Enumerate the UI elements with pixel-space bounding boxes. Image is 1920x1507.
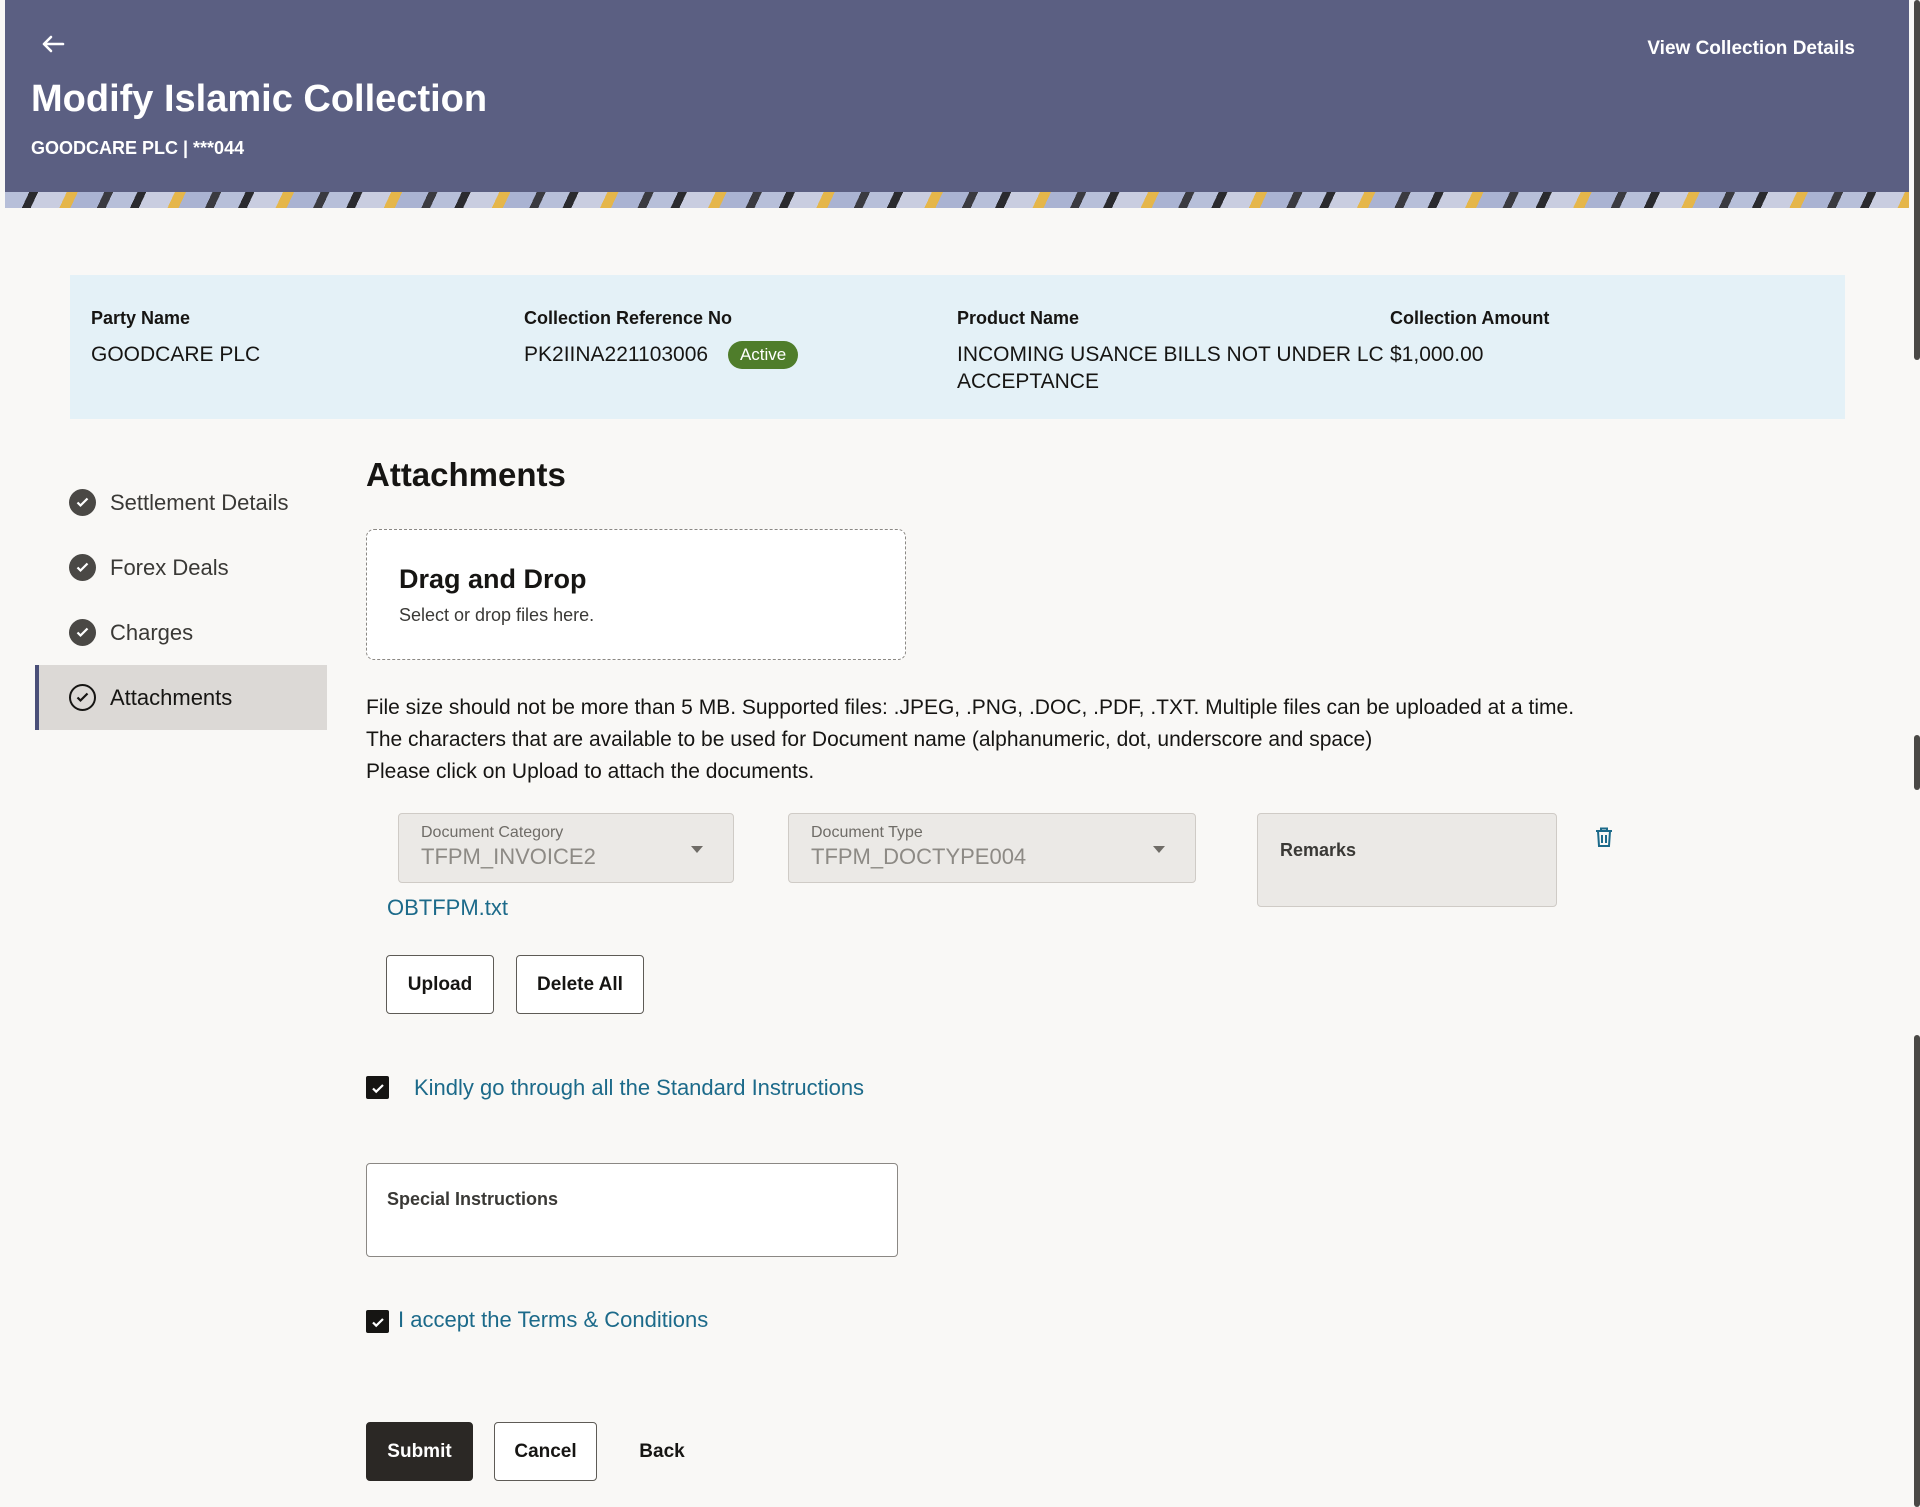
document-category-select[interactable]: Document Category TFPM_INVOICE2	[398, 813, 734, 883]
header-decorative-band	[5, 192, 1909, 208]
upload-button[interactable]: Upload	[386, 955, 494, 1014]
section-title: Attachments	[366, 456, 566, 493]
special-instructions-label: Special Instructions	[387, 1189, 559, 1209]
reference-value: PK2IINA221103006	[524, 343, 709, 366]
party-name-block: Party Name GOODCARE PLC	[91, 308, 260, 368]
page-title: Modify Islamic Collection	[31, 78, 488, 120]
step-navigation: Settlement Details Forex Deals Charges A…	[35, 470, 327, 730]
back-button[interactable]: Back	[620, 1422, 704, 1481]
nav-item-label: Forex Deals	[110, 554, 229, 580]
file-dropzone[interactable]: Drag and Drop Select or drop files here.	[366, 529, 906, 660]
product-block: Product Name INCOMING USANCE BILLS NOT U…	[957, 308, 1387, 395]
info-line: The characters that are available to be …	[366, 728, 1373, 751]
dropzone-title: Drag and Drop	[399, 564, 587, 594]
attached-file-link[interactable]: OBTFPM.txt	[387, 895, 508, 921]
check-circle-outline-icon	[69, 684, 96, 711]
terms-checkbox[interactable]	[366, 1310, 389, 1333]
standard-instructions-link[interactable]: Kindly go through all the Standard Instr…	[414, 1075, 864, 1101]
remarks-field[interactable]: Remarks	[1257, 813, 1557, 907]
view-collection-details-link[interactable]: View Collection Details	[1647, 38, 1855, 60]
page-header: Modify Islamic Collection GOODCARE PLC |…	[5, 0, 1909, 192]
chevron-down-icon	[1153, 846, 1165, 853]
collection-summary: Party Name GOODCARE PLC Collection Refer…	[70, 275, 1845, 419]
dropzone-subtitle: Select or drop files here.	[399, 605, 595, 625]
scrollbar[interactable]	[1912, 0, 1920, 1507]
nav-item-settlement-details[interactable]: Settlement Details	[35, 470, 327, 535]
standard-instructions-checkbox[interactable]	[366, 1076, 389, 1099]
nav-item-label: Charges	[110, 619, 194, 645]
checkmark-icon	[371, 1317, 384, 1327]
page-subtitle: GOODCARE PLC | ***044	[31, 138, 245, 158]
reference-label: Collection Reference No	[524, 308, 733, 328]
info-line: Please click on Upload to attach the doc…	[366, 760, 815, 783]
nav-item-forex-deals[interactable]: Forex Deals	[35, 535, 327, 600]
trash-icon[interactable]	[1594, 826, 1618, 852]
document-category-value: TFPM_INVOICE2	[421, 844, 596, 869]
terms-link[interactable]: I accept the Terms & Conditions	[398, 1307, 708, 1333]
document-type-label: Document Type	[811, 824, 923, 841]
amount-block: Collection Amount $1,000.00	[1390, 308, 1549, 368]
product-label: Product Name	[957, 308, 1080, 328]
amount-label: Collection Amount	[1390, 308, 1550, 328]
product-value: INCOMING USANCE BILLS NOT UNDER LC ACCEP…	[957, 343, 1384, 393]
check-circle-icon	[69, 554, 96, 581]
remarks-label: Remarks	[1280, 840, 1357, 860]
checkmark-icon	[371, 1083, 384, 1093]
delete-all-button[interactable]: Delete All	[516, 955, 644, 1014]
document-type-value: TFPM_DOCTYPE004	[811, 844, 1027, 869]
submit-button[interactable]: Submit	[366, 1422, 473, 1481]
amount-value: $1,000.00	[1390, 343, 1484, 366]
document-type-select[interactable]: Document Type TFPM_DOCTYPE004	[788, 813, 1196, 883]
nav-item-charges[interactable]: Charges	[35, 600, 327, 665]
check-circle-icon	[69, 619, 96, 646]
nav-item-label: Attachments	[110, 684, 233, 710]
check-circle-icon	[69, 489, 96, 516]
party-name-value: GOODCARE PLC	[91, 343, 261, 366]
scrollbar-thumb[interactable]	[1914, 0, 1920, 360]
arrow-left-icon[interactable]	[39, 30, 71, 62]
nav-item-label: Settlement Details	[110, 489, 289, 515]
reference-row: PK2IINA221103006 Active	[524, 341, 799, 370]
scrollbar-thumb[interactable]	[1914, 1035, 1920, 1507]
reference-block: Collection Reference No PK2IINA221103006…	[524, 308, 799, 370]
status-badge: Active	[727, 341, 799, 370]
special-instructions-field[interactable]: Special Instructions	[366, 1163, 898, 1257]
scrollbar-thumb[interactable]	[1914, 735, 1920, 790]
chevron-down-icon	[691, 846, 703, 853]
info-line: File size should not be more than 5 MB. …	[366, 696, 1575, 719]
cancel-button[interactable]: Cancel	[494, 1422, 597, 1481]
nav-item-attachments[interactable]: Attachments	[35, 665, 327, 730]
document-category-label: Document Category	[421, 824, 564, 841]
party-name-label: Party Name	[91, 308, 191, 328]
upload-info: File size should not be more than 5 MB. …	[366, 692, 1574, 788]
